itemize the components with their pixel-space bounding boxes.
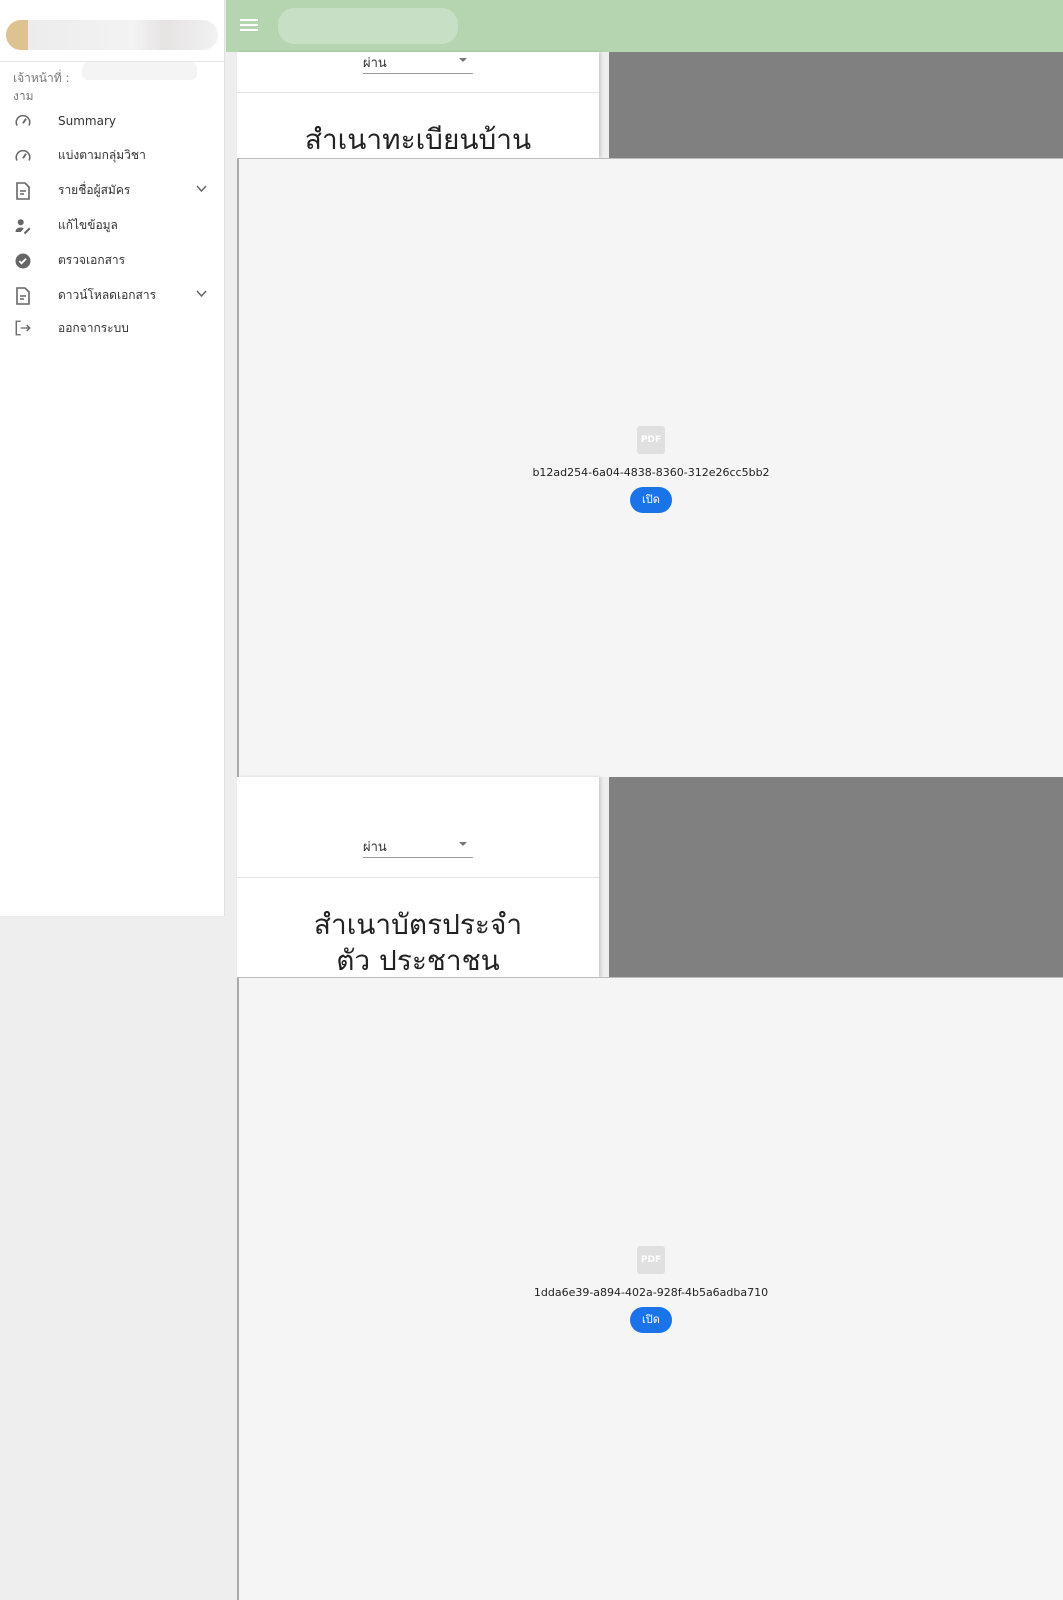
open-pdf-button[interactable]: เปิด <box>630 1307 672 1333</box>
pdf-file-icon: PDF <box>637 426 665 454</box>
sidebar-item-label: Summary <box>58 113 116 128</box>
document-card: ผ่าน สำเนาบัตรประจำตัว ประชาชน <box>237 777 599 977</box>
status-select-value: ผ่าน <box>363 56 387 71</box>
top-app-bar <box>226 0 1063 52</box>
preview-panel <box>609 777 1063 977</box>
sidebar-item-applicants[interactable]: รายชื่อผู้สมัคร <box>0 173 225 208</box>
document-card: ผ่าน สำเนาทะเบียนบ้าน <box>237 52 599 158</box>
preview-panel <box>609 52 1063 158</box>
sidebar-item-summary[interactable]: Summary <box>0 103 225 138</box>
status-select-value: ผ่าน <box>363 840 387 855</box>
verified-badge-icon <box>13 251 33 271</box>
status-select[interactable]: ผ่าน <box>363 52 473 74</box>
sidebar-item-check-documents[interactable]: ตรวจเอกสาร <box>0 243 225 278</box>
staff-info: เจ้าหน้าที่ : งาม <box>13 69 70 105</box>
document-icon <box>13 286 33 306</box>
pdf-filename: b12ad254-6a04-4838-8360-312e26cc5bb2 <box>532 466 770 479</box>
open-pdf-button[interactable]: เปิด <box>630 487 672 513</box>
staff-label: เจ้าหน้าที่ : <box>13 71 70 85</box>
sidebar-nav: Summary แบ่งตามกลุ่มวิชา รายชื่อผู้สมัคร… <box>0 103 225 343</box>
chevron-down-icon[interactable] <box>196 288 207 301</box>
sidebar-item-label: ออกจากระบบ <box>58 320 129 335</box>
document-icon <box>13 181 33 201</box>
pdf-filename: 1dda6e39-a894-402a-928f-4b5a6adba710 <box>533 1286 769 1299</box>
sidebar: เจ้าหน้าที่ : งาม Summary แบ่งตามกลุ่มวิ… <box>0 0 225 916</box>
pdf-viewer: PDF b12ad254-6a04-4838-8360-312e26cc5bb2… <box>237 158 1063 777</box>
speedometer-icon <box>13 146 33 166</box>
dropdown-arrow-icon <box>459 842 467 846</box>
sidebar-item-download-documents[interactable]: ดาวน์โหลดเอกสาร <box>0 278 225 313</box>
sidebar-item-label: ตรวจเอกสาร <box>58 253 126 267</box>
logout-icon <box>13 318 33 338</box>
sidebar-item-logout[interactable]: ออกจากระบบ <box>0 313 225 343</box>
pdf-placeholder: PDF b12ad254-6a04-4838-8360-312e26cc5bb2… <box>239 426 1063 513</box>
sidebar-item-label: รายชื่อผู้สมัคร <box>58 183 131 197</box>
pdf-viewer: PDF 1dda6e39-a894-402a-928f-4b5a6adba710… <box>237 977 1063 1600</box>
hamburger-menu-icon[interactable] <box>240 16 258 34</box>
blurred-staff-name <box>82 62 197 80</box>
brand-logo <box>0 0 224 62</box>
document-title: สำเนาทะเบียนบ้าน <box>304 123 532 156</box>
divider <box>237 877 599 878</box>
sidebar-item-edit-data[interactable]: แก้ไขข้อมูล <box>0 208 225 243</box>
speedometer-icon <box>13 111 33 131</box>
divider <box>237 92 599 93</box>
chevron-down-icon[interactable] <box>196 183 207 196</box>
blurred-app-title <box>278 8 458 44</box>
pdf-placeholder: PDF 1dda6e39-a894-402a-928f-4b5a6adba710… <box>239 1246 1063 1333</box>
sidebar-item-label: แก้ไขข้อมูล <box>58 218 118 232</box>
blurred-brand <box>6 20 218 50</box>
dropdown-arrow-icon <box>459 58 467 62</box>
pdf-file-icon: PDF <box>637 1246 665 1274</box>
sidebar-item-label: แบ่งตามกลุ่มวิชา <box>58 148 146 162</box>
user-edit-icon <box>13 216 33 236</box>
sidebar-item-by-subject[interactable]: แบ่งตามกลุ่มวิชา <box>0 138 225 173</box>
document-title: สำเนาบัตรประจำตัว ประชาชน <box>313 908 523 977</box>
status-select[interactable]: ผ่าน <box>363 836 473 858</box>
sidebar-item-label: ดาวน์โหลดเอกสาร <box>58 288 157 302</box>
